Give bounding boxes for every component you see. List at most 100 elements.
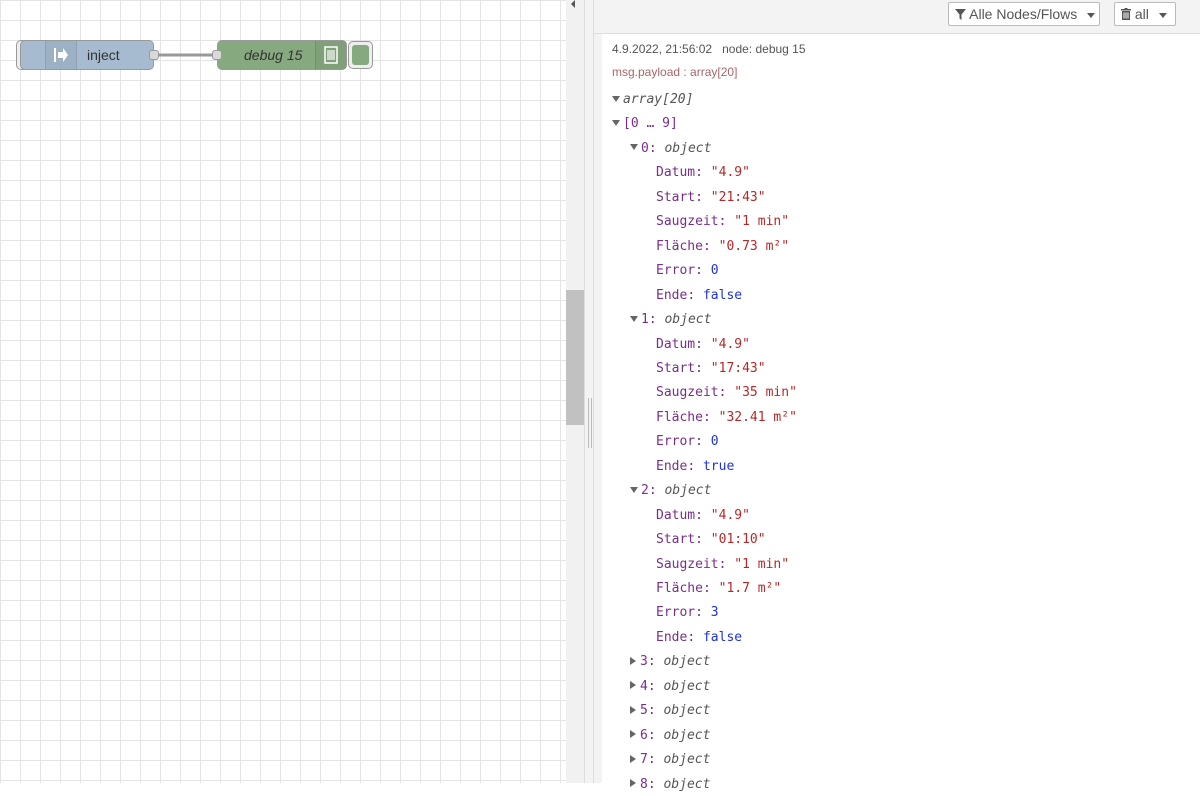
tree-field-value: true — [702, 458, 735, 474]
tree-field-key: Start — [656, 189, 696, 205]
tree-colon: : — [648, 312, 665, 328]
expand-triangle-icon[interactable] — [630, 144, 638, 151]
tree-item-8[interactable]: 8: object — [630, 774, 710, 796]
debug-node[interactable]: debug 15 — [212, 40, 347, 70]
collapsed-triangle-icon[interactable] — [630, 779, 636, 788]
tree-field-value: "32.41 m²" — [718, 409, 797, 425]
collapsed-triangle-icon[interactable] — [630, 754, 636, 763]
collapsed-triangle-icon[interactable] — [630, 730, 636, 739]
tree-field-key: Error — [656, 434, 696, 450]
clear-messages-label: all — [1134, 6, 1149, 22]
tree-field-value: "4.9" — [710, 336, 750, 352]
collapsed-triangle-icon[interactable] — [630, 705, 636, 714]
debug-message-list: 4.9.2022, 21:56:02 node: debug 15 msg.pa… — [594, 34, 1200, 792]
tree-root-array[interactable]: array[20] — [612, 89, 693, 111]
tree-item-index: 5 — [640, 703, 648, 719]
tree-field-key: Fläche — [656, 238, 703, 254]
inject-node[interactable]: inject — [20, 40, 159, 70]
tree-root-type: array[20] — [623, 92, 694, 107]
tree-field-key: Fläche — [656, 409, 703, 425]
tree-item-3[interactable]: 3: object — [630, 651, 710, 673]
filter-nodes-button[interactable]: Alle Nodes/Flows — [948, 2, 1100, 26]
expand-triangle-icon[interactable] — [630, 486, 638, 493]
tree-field-key: Ende — [656, 629, 688, 645]
tree-item-2[interactable]: 2: object — [630, 480, 711, 502]
tree-item-index: 6 — [640, 727, 648, 743]
tree-colon: : — [695, 360, 711, 376]
tree-item-type: object — [663, 703, 711, 719]
tree-item-index: 2 — [641, 483, 649, 499]
tree-colon: : — [695, 434, 711, 450]
tree-field-value: "17:43" — [710, 360, 766, 376]
workspace-scrollbar-thumb[interactable] — [566, 290, 584, 425]
tree-item-5[interactable]: 5: object — [630, 700, 710, 722]
tree-field-row: Start: "01:10" — [656, 529, 766, 551]
tree-range-group[interactable]: [0 … 9] — [612, 113, 678, 135]
filter-nodes-label: Alle Nodes/Flows — [969, 6, 1078, 22]
sidebar-splitter[interactable] — [584, 0, 594, 783]
tree-colon: : — [647, 727, 664, 743]
tree-item-type: object — [663, 752, 711, 768]
tree-field-key: Datum — [656, 165, 696, 181]
tree-field-value: false — [702, 629, 743, 645]
flow-workspace[interactable]: inject debug 15 — [0, 0, 566, 783]
tree-item-index: 3 — [640, 654, 648, 670]
wire-layer — [154, 53, 217, 57]
tree-field-key: Datum — [656, 507, 696, 523]
tree-item-0[interactable]: 0: object — [630, 138, 711, 160]
tree-field-value: "21:43" — [710, 189, 766, 205]
tree-field-row: Ende: true — [656, 456, 734, 478]
tree-field-key: Saugzeit — [656, 556, 719, 572]
tree-item-index: 8 — [640, 776, 648, 792]
message-node-name[interactable]: node: debug 15 — [722, 42, 805, 56]
tree-colon: : — [695, 336, 711, 352]
tree-colon: : — [648, 140, 665, 156]
scroll-left-arrow-icon[interactable] — [571, 0, 575, 8]
tree-colon: : — [647, 776, 664, 792]
tree-item-6[interactable]: 6: object — [630, 725, 710, 747]
tree-item-type: object — [664, 140, 712, 156]
tree-field-row: Error: 3 — [656, 602, 719, 624]
tree-field-row: Datum: "4.9" — [656, 505, 750, 527]
collapsed-triangle-icon[interactable] — [630, 681, 636, 690]
tree-field-row: Fläche: "0.73 m²" — [656, 236, 789, 258]
tree-colon: : — [695, 189, 711, 205]
tree-item-4[interactable]: 4: object — [630, 676, 710, 698]
tree-field-value: "0.73 m²" — [718, 238, 790, 254]
tree-colon: : — [687, 629, 703, 645]
splitter-grip[interactable] — [588, 398, 592, 448]
tree-field-value: "35 min" — [734, 385, 797, 401]
workspace-scrollbar[interactable] — [566, 0, 584, 783]
tree-item-7[interactable]: 7: object — [630, 749, 710, 771]
tree-colon: : — [695, 165, 711, 181]
tree-item-index: 0 — [641, 140, 649, 156]
debug-toggle-button[interactable] — [348, 41, 373, 69]
tree-item-1[interactable]: 1: object — [630, 309, 711, 331]
inject-output-port[interactable] — [149, 50, 159, 60]
tree-field-key: Saugzeit — [656, 214, 719, 230]
tree-field-value: "4.9" — [710, 507, 750, 523]
tree-colon: : — [647, 752, 664, 768]
chevron-down-icon — [1158, 12, 1167, 18]
tree-field-value: "4.9" — [710, 165, 750, 181]
collapsed-triangle-icon[interactable] — [630, 656, 636, 665]
filter-icon — [955, 9, 966, 20]
tree-colon: : — [702, 581, 719, 596]
tree-field-key: Ende — [656, 458, 688, 474]
clear-messages-button[interactable]: all — [1114, 2, 1176, 26]
tree-colon: : — [647, 703, 664, 719]
tree-item-index: 4 — [640, 678, 648, 694]
tree-colon: : — [718, 214, 735, 230]
tree-colon: : — [695, 507, 711, 523]
expand-triangle-icon[interactable] — [612, 95, 620, 102]
tree-field-value: 3 — [710, 605, 719, 621]
tree-field-row: Error: 0 — [656, 431, 719, 453]
tree-colon: : — [718, 385, 735, 401]
tree-colon: : — [718, 556, 735, 572]
expand-triangle-icon[interactable] — [612, 119, 620, 126]
debug-toggle-button-face — [352, 45, 369, 65]
inject-node-label: inject — [87, 47, 120, 63]
debug-input-port[interactable] — [212, 50, 222, 60]
expand-triangle-icon[interactable] — [630, 315, 638, 322]
tree-field-value: false — [702, 287, 743, 303]
